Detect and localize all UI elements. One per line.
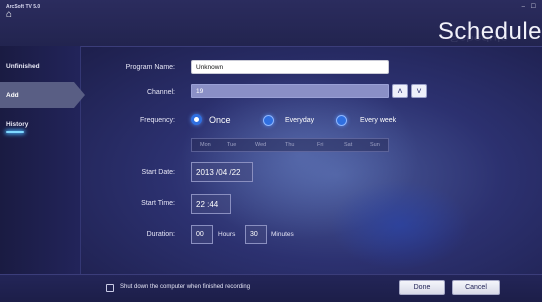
day-fri[interactable]: Fri <box>317 142 323 148</box>
frequency-label: Frequency: <box>139 117 175 124</box>
frequency-everyweek-radio[interactable] <box>336 115 347 126</box>
sidebar-item-label: History <box>6 121 29 128</box>
sidebar-item-label: Unfinished <box>6 63 40 70</box>
hours-unit-label: Hours <box>218 231 236 238</box>
day-mon[interactable]: Mon <box>200 142 211 148</box>
frequency-everyweek-label: Every week <box>360 117 397 124</box>
start-date-field[interactable]: 2013 /04 /22 <box>191 162 253 182</box>
sidebar-item-unfinished[interactable]: Unfinished <box>0 56 80 78</box>
duration-label: Duration: <box>146 231 175 238</box>
day-wed[interactable]: Wed <box>255 142 266 148</box>
duration-minutes-field[interactable]: 30 <box>245 225 267 244</box>
start-time-field[interactable]: 22 :44 <box>191 194 231 214</box>
day-sat[interactable]: Sat <box>344 142 352 148</box>
frequency-once-radio[interactable] <box>191 114 202 125</box>
background-glow-accent <box>330 180 470 270</box>
day-tue[interactable]: Tue <box>227 142 236 148</box>
shutdown-label: Shut down the computer when finished rec… <box>120 284 251 290</box>
frequency-everyday-radio[interactable] <box>263 115 274 126</box>
title-bar: ArcSoft TV 5.0 ⌂ – ☐ Schedule Schedule <box>0 0 542 47</box>
cancel-button[interactable]: Cancel <box>452 280 500 295</box>
frequency-everyday-label: Everyday <box>285 117 315 124</box>
channel-select[interactable]: 19 <box>191 84 389 98</box>
program-name-label: Program Name: <box>125 64 175 71</box>
sidebar-item-history[interactable]: History <box>0 114 80 136</box>
sidebar-item-add[interactable]: Add <box>0 82 85 108</box>
sidebar: Unfinished Add History <box>0 46 85 274</box>
program-name-input[interactable] <box>191 60 389 74</box>
home-icon[interactable]: ⌂ <box>6 10 16 20</box>
day-thu[interactable]: Thu <box>285 142 294 148</box>
weekday-selector: Mon Tue Wed Thu Fri Sat Sun <box>191 138 389 152</box>
done-button[interactable]: Done <box>399 280 445 295</box>
start-date-label: Start Date: <box>141 169 175 176</box>
chevron-down-icon: ˅ <box>416 86 422 96</box>
channel-down-button[interactable]: ˅ <box>411 84 427 98</box>
duration-hours-field[interactable]: 00 <box>191 225 213 244</box>
chevron-up-icon: ˄ <box>397 86 403 96</box>
shutdown-checkbox[interactable] <box>106 284 114 292</box>
day-sun[interactable]: Sun <box>370 142 380 148</box>
page-title-reflection: Schedule <box>449 34 508 44</box>
channel-up-button[interactable]: ˄ <box>392 84 408 98</box>
start-time-label: Start Time: <box>141 200 175 207</box>
sidebar-item-label: Add <box>6 92 19 99</box>
schedule-window: ArcSoft TV 5.0 ⌂ – ☐ Schedule Schedule U… <box>0 0 542 302</box>
history-indicator <box>6 131 24 133</box>
minutes-unit-label: Minutes <box>271 231 294 238</box>
window-controls[interactable]: – ☐ <box>522 3 538 10</box>
channel-label: Channel: <box>146 89 175 96</box>
frequency-once-label: Once <box>209 115 231 125</box>
